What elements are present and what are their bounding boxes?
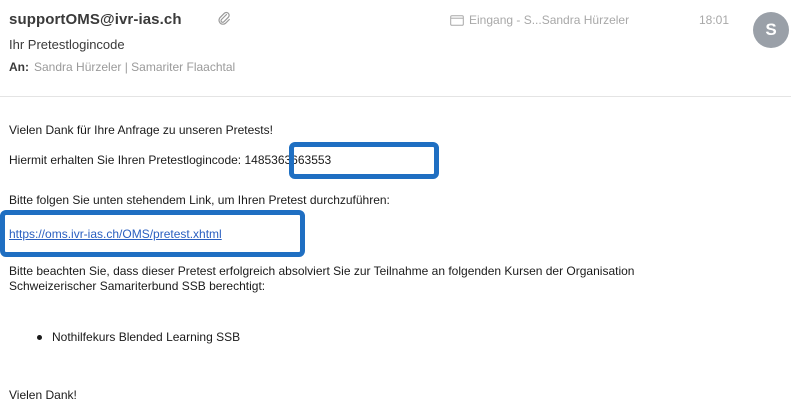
email-view: supportOMS@ivr-ias.ch Ihr Pretestloginco… bbox=[0, 0, 791, 408]
list-item: Nothilfekurs Blended Learning SSB bbox=[37, 330, 240, 344]
recipient-label: An: bbox=[9, 60, 29, 74]
greeting-line: Vielen Dank für Ihre Anfrage zu unseren … bbox=[9, 123, 273, 137]
email-header: supportOMS@ivr-ias.ch Ihr Pretestloginco… bbox=[0, 0, 791, 94]
folder-icon bbox=[450, 15, 464, 26]
course-name: Nothilfekurs Blended Learning SSB bbox=[52, 330, 241, 344]
avatar[interactable]: S bbox=[753, 12, 789, 48]
mailbox-label: Eingang - S...Sandra Hürzeler bbox=[469, 13, 630, 27]
paperclip-icon[interactable] bbox=[217, 11, 231, 25]
link-highlight-box bbox=[0, 210, 305, 257]
header-divider bbox=[0, 96, 791, 97]
email-subject: Ihr Pretestlogincode bbox=[9, 37, 125, 52]
notice-line-1: Bitte beachten Sie, dass dieser Pretest … bbox=[9, 264, 635, 278]
code-line-prefix: Hiermit erhalten Sie Ihren Pretestloginc… bbox=[9, 153, 238, 167]
code-highlight-box bbox=[289, 142, 439, 179]
closing-line: Vielen Dank! bbox=[9, 388, 77, 402]
avatar-initial: S bbox=[765, 20, 777, 39]
email-time: 18:01 bbox=[699, 13, 730, 27]
sender-address[interactable]: supportOMS@ivr-ias.ch bbox=[9, 11, 182, 28]
link-instruction: Bitte folgen Sie unten stehendem Link, u… bbox=[9, 193, 390, 207]
code-line: Hiermit erhalten Sie Ihren Pretestloginc… bbox=[9, 153, 331, 168]
bullet-icon bbox=[37, 334, 42, 340]
recipient-row: An: Sandra Hürzeler | Samariter Flaachtal bbox=[9, 60, 235, 74]
recipient-value[interactable]: Sandra Hürzeler | Samariter Flaachtal bbox=[34, 60, 235, 74]
mailbox-indicator[interactable]: Eingang - S...Sandra Hürzeler bbox=[450, 13, 629, 27]
notice-line-2: Schweizerischer Samariterbund SSB berech… bbox=[9, 279, 266, 293]
